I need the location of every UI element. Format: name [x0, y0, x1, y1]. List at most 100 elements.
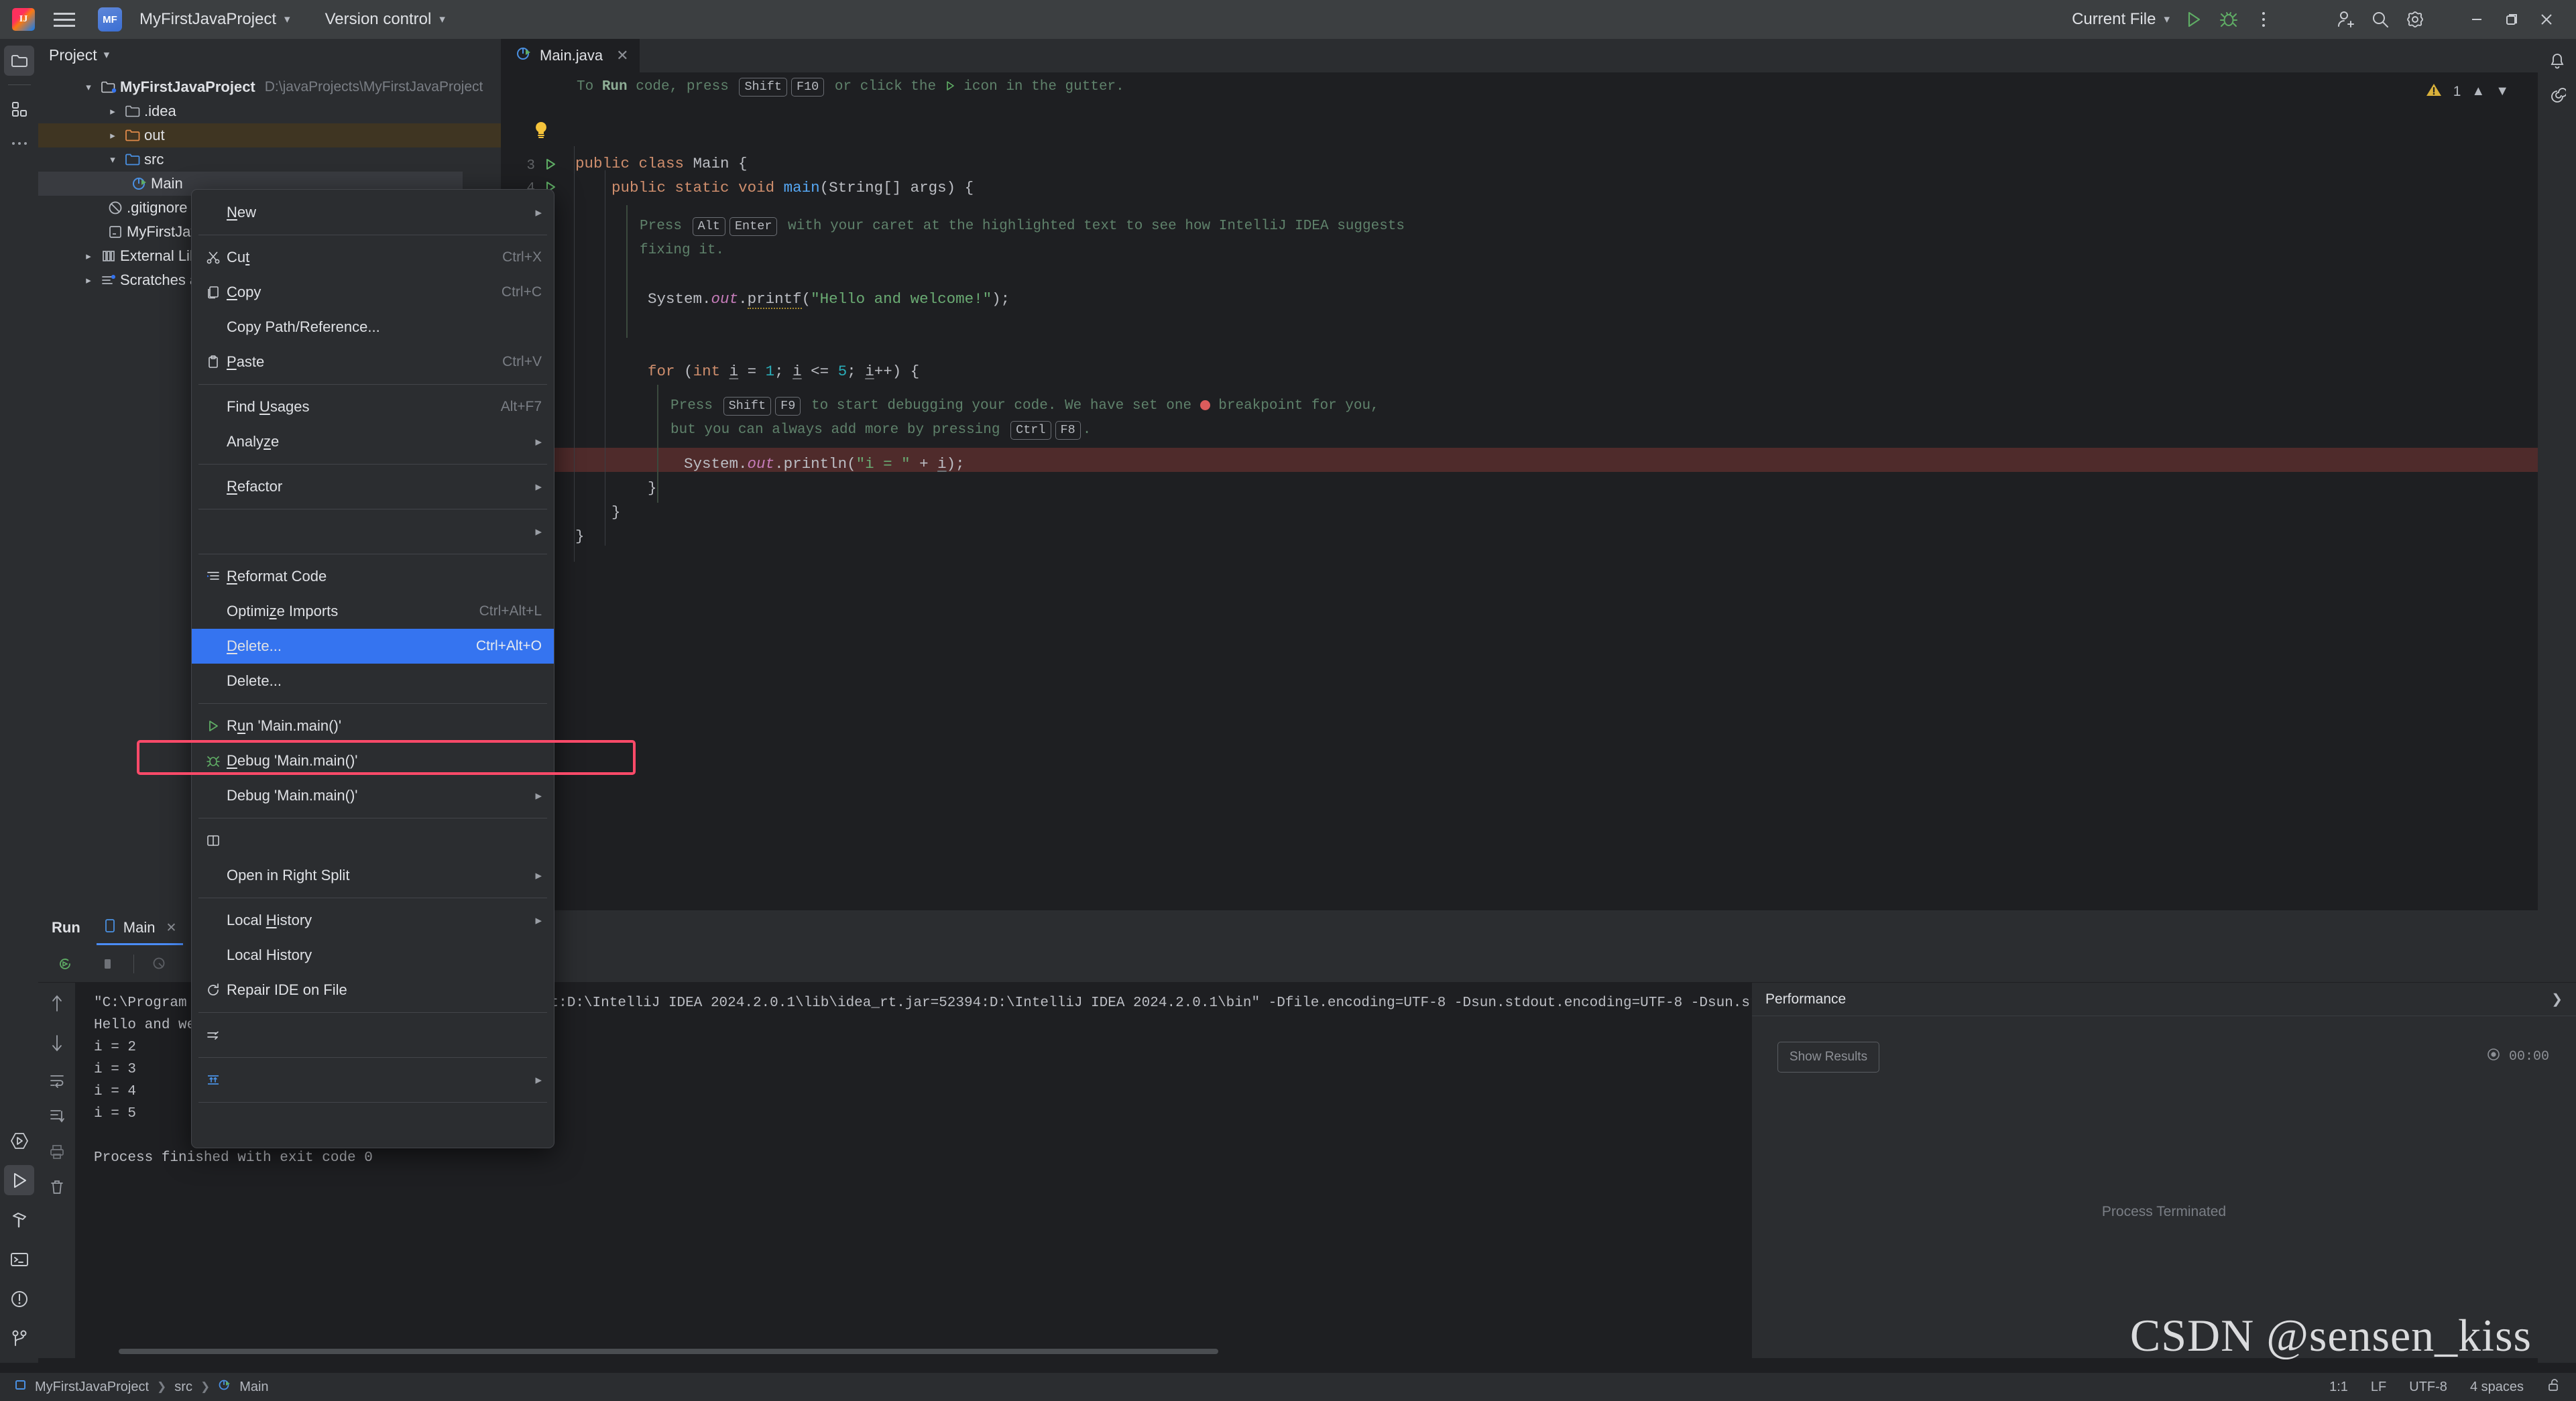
sidebar-item-terminal[interactable] — [4, 1244, 34, 1274]
notifications-button[interactable] — [2542, 46, 2572, 76]
inspections-widget[interactable]: 1 ▲ ▼ — [2425, 82, 2509, 101]
chevron-down-icon[interactable]: ▾ — [104, 48, 110, 62]
breadcrumb-item-project[interactable]: MyFirstJavaProject — [35, 1380, 149, 1395]
diagrams-icon — [200, 1073, 227, 1087]
close-icon[interactable]: ✕ — [616, 47, 628, 64]
menu-item-find-usages[interactable]: Find Usages Alt+F7 — [192, 389, 554, 424]
menu-item-open-in-right-split[interactable] — [192, 823, 554, 858]
project-selector[interactable]: MyFirstJavaProject ▾ — [130, 5, 300, 34]
menu-item-copy-path-reference[interactable]: Copy Path/Reference... — [192, 310, 554, 345]
folder-icon — [121, 104, 144, 119]
menu-item-reload-from-disk[interactable]: Repair IDE on File — [192, 973, 554, 1008]
breadcrumb-item-src[interactable]: src — [174, 1380, 192, 1395]
menu-item-more-run-debug[interactable]: Debug 'Main.main()' ▸ — [192, 778, 554, 813]
rerun-icon[interactable] — [48, 949, 82, 979]
menu-item-reformat-code[interactable]: Reformat Code — [192, 559, 554, 594]
chevron-down-icon[interactable]: ▼ — [2496, 84, 2509, 99]
chevron-down-icon[interactable]: ▾ — [80, 81, 97, 93]
logo-text: IJ — [19, 14, 28, 24]
arrow-down-icon[interactable] — [50, 1033, 64, 1056]
hex-run-icon — [10, 1132, 28, 1149]
close-icon[interactable] — [2529, 5, 2564, 34]
context-menu[interactable]: New ▸ Cut Ctrl+X Copy Ctrl+C Copy Path/Refe… — [191, 189, 554, 1148]
tree-row-idea[interactable]: ▸ .idea — [38, 99, 501, 123]
run-gutter-icon[interactable] — [543, 157, 558, 175]
more-vertical-icon[interactable] — [2246, 5, 2281, 34]
chevron-right-icon[interactable]: ▸ — [104, 105, 121, 117]
tip-run-word: Run — [601, 79, 628, 95]
indent-setting[interactable]: 4 spaces — [2470, 1380, 2524, 1395]
tree-row-out[interactable]: ▸ out — [38, 123, 501, 147]
menu-item-open-in[interactable]: Open in Right Split ▸ — [192, 858, 554, 893]
code-text[interactable]: To Run code, press Shift F10 or click the… — [501, 72, 2576, 910]
chevron-down-icon: ▾ — [2164, 13, 2170, 25]
close-icon[interactable]: ✕ — [166, 920, 176, 936]
file-encoding[interactable]: UTF-8 — [2409, 1380, 2447, 1395]
minimize-icon[interactable] — [2459, 5, 2494, 34]
intention-bulb-icon[interactable] — [533, 121, 549, 143]
sidebar-item-more[interactable] — [4, 128, 34, 158]
soft-wrap-icon[interactable] — [49, 1073, 65, 1092]
chevron-right-icon[interactable]: ▸ — [80, 274, 97, 286]
sidebar-item-run-anything[interactable] — [4, 1125, 34, 1156]
run-configuration-selector[interactable]: Current File ▾ — [2065, 5, 2176, 34]
menu-item-run-main[interactable]: Run 'Main.main()' — [192, 709, 554, 743]
tab-main-java[interactable]: Main.java ✕ — [501, 39, 640, 72]
menu-item-bookmarks[interactable]: ▸ — [192, 514, 554, 549]
search-icon[interactable] — [2363, 5, 2398, 34]
chevron-up-icon[interactable]: ▲ — [2471, 84, 2485, 99]
sidebar-item-project[interactable] — [4, 46, 34, 76]
hamburger-menu-icon[interactable] — [54, 7, 83, 32]
debug-icon[interactable] — [2211, 5, 2246, 34]
stop-icon[interactable] — [91, 949, 125, 979]
menu-item-repair-ide-on-file[interactable]: Local History — [192, 938, 554, 973]
line-separator[interactable]: LF — [2371, 1380, 2386, 1395]
chevron-right-icon[interactable]: ❯ — [2551, 991, 2563, 1008]
menu-item-local-history[interactable]: Local History ▸ — [192, 903, 554, 938]
caret-position[interactable]: 1:1 — [2329, 1380, 2348, 1395]
ai-assistant-button[interactable] — [2542, 81, 2572, 111]
restore-icon[interactable] — [2494, 5, 2529, 34]
sidebar-item-version-control[interactable] — [4, 1323, 34, 1353]
menu-item-convert-java-to-kotlin[interactable] — [192, 1107, 554, 1142]
menu-item-cut[interactable]: Cut Ctrl+X — [192, 240, 554, 275]
add-user-icon[interactable] — [2328, 5, 2363, 34]
console-horizontal-scrollbar[interactable] — [119, 1349, 1218, 1354]
sidebar-item-problems[interactable] — [4, 1284, 34, 1314]
scroll-end-icon[interactable] — [49, 1108, 65, 1128]
menu-item-copy[interactable]: Copy Ctrl+C — [192, 275, 554, 310]
menu-item-override-file-type[interactable]: Delete... — [192, 664, 554, 698]
arrow-up-icon[interactable] — [50, 993, 64, 1017]
editor-area: Main.java ✕ 3 4 — [501, 39, 2576, 910]
sidebar-item-run[interactable] — [4, 1165, 34, 1195]
menu-item-new[interactable]: New ▸ — [192, 195, 554, 230]
menu-item-optimize-imports[interactable]: Optimize Imports Ctrl+Alt+L — [192, 594, 554, 629]
menu-item-paste[interactable]: Paste Ctrl+V — [192, 345, 554, 379]
unlocked-icon[interactable] — [2546, 1378, 2561, 1396]
menu-item-debug-main[interactable]: Debug 'Main.main()' — [192, 743, 554, 778]
menu-item-analyze[interactable]: Analyze ▸ — [192, 424, 554, 459]
coverage-icon[interactable] — [142, 949, 177, 979]
chevron-right-icon[interactable]: ▸ — [80, 250, 97, 262]
run-icon[interactable] — [2176, 5, 2211, 34]
chevron-down-icon[interactable]: ▾ — [104, 154, 121, 166]
menu-item-refactor[interactable]: Refactor ▸ — [192, 469, 554, 504]
version-control-menu[interactable]: Version control ▾ — [316, 5, 455, 34]
trash-icon[interactable] — [49, 1179, 65, 1199]
tree-row-src[interactable]: ▾ src — [38, 147, 501, 172]
code-editor[interactable]: 3 4 To Run code, press ShiftF10 or click… — [501, 72, 2576, 910]
menu-item-diagrams[interactable]: ▸ — [192, 1062, 554, 1097]
show-results-button[interactable]: Show Results — [1777, 1042, 1879, 1073]
sidebar-item-build[interactable] — [4, 1205, 34, 1235]
breakpoint-dot-icon — [1199, 400, 1210, 410]
printer-icon[interactable] — [49, 1144, 65, 1163]
breadcrumb-item-main[interactable]: Main — [239, 1380, 268, 1395]
sidebar-item-commit[interactable] — [4, 94, 34, 124]
breadcrumb[interactable]: MyFirstJavaProject ❯ src ❯ Main — [15, 1378, 269, 1396]
menu-item-compare-with[interactable] — [192, 1018, 554, 1052]
tab-run-main[interactable]: Main ✕ — [96, 910, 183, 945]
gear-icon[interactable] — [2398, 5, 2433, 34]
menu-item-delete[interactable]: Delete... Ctrl+Alt+O — [192, 629, 554, 664]
chevron-right-icon[interactable]: ▸ — [104, 129, 121, 141]
tree-row-project-root[interactable]: ▾ MyFirstJavaProject D:\javaProjects\MyF… — [38, 75, 501, 99]
